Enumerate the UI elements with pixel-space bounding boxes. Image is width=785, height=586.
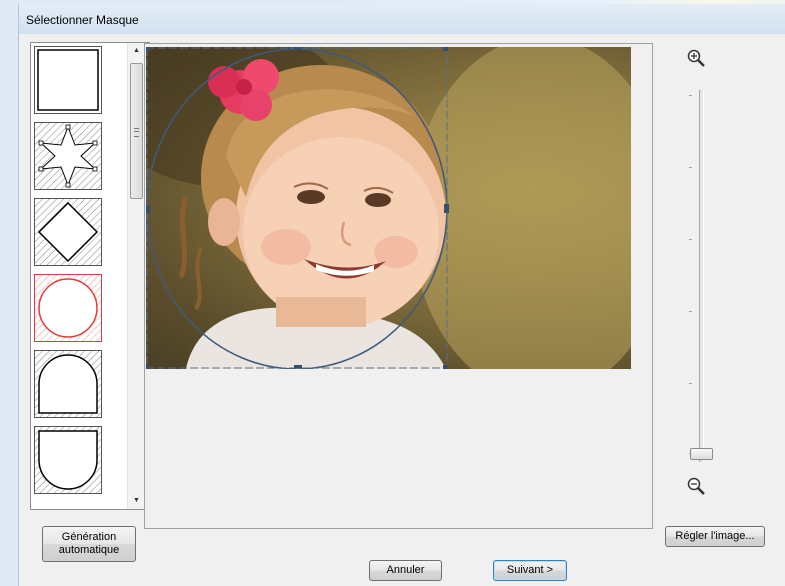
child-photo-image [146, 47, 631, 369]
cancel-button[interactable]: Annuler [369, 560, 442, 581]
mask-list[interactable]: ▲ ▼ [30, 42, 150, 510]
zoom-in-icon[interactable] [686, 48, 706, 68]
adjust-image-button[interactable]: Régler l'image... [665, 526, 765, 547]
slider-tick [689, 167, 692, 168]
slider-tick [689, 95, 692, 96]
circle-mask-icon [35, 275, 101, 341]
mask-star[interactable] [34, 122, 102, 190]
slider-tick [689, 239, 692, 240]
zoom-slider-track[interactable] [699, 90, 704, 462]
mask-diamond[interactable] [34, 198, 102, 266]
photo-preview[interactable] [146, 47, 631, 369]
arch-bottom-mask-icon [35, 427, 101, 493]
slider-tick [689, 311, 692, 312]
diamond-mask-icon [35, 199, 101, 265]
zoom-out-icon[interactable] [686, 476, 706, 496]
title-bar: Sélectionner Masque [19, 4, 785, 34]
scrollbar-thumb[interactable] [130, 63, 143, 199]
scroll-down-icon[interactable]: ▼ [128, 493, 145, 509]
window-title: Sélectionner Masque [26, 13, 139, 27]
mask-rectangle[interactable] [34, 46, 102, 114]
auto-generate-label-2: automatique [58, 544, 120, 556]
auto-generate-button[interactable]: Génération automatique [42, 526, 136, 562]
auto-generate-label-1: Génération [61, 531, 117, 543]
zoom-slider-thumb[interactable] [690, 448, 713, 460]
next-button[interactable]: Suivant > [493, 560, 567, 581]
mask-list-scrollbar[interactable]: ▲ ▼ [127, 43, 145, 509]
mask-circle[interactable] [34, 274, 102, 342]
star-mask-icon [35, 123, 101, 189]
image-preview-area[interactable] [144, 43, 653, 529]
mask-arch-bottom[interactable] [34, 426, 102, 494]
arch-top-mask-icon [35, 351, 101, 417]
mask-arch-top[interactable] [34, 350, 102, 418]
scroll-up-icon[interactable]: ▲ [128, 43, 145, 59]
slider-tick [689, 383, 692, 384]
rectangle-mask-icon [37, 49, 99, 111]
